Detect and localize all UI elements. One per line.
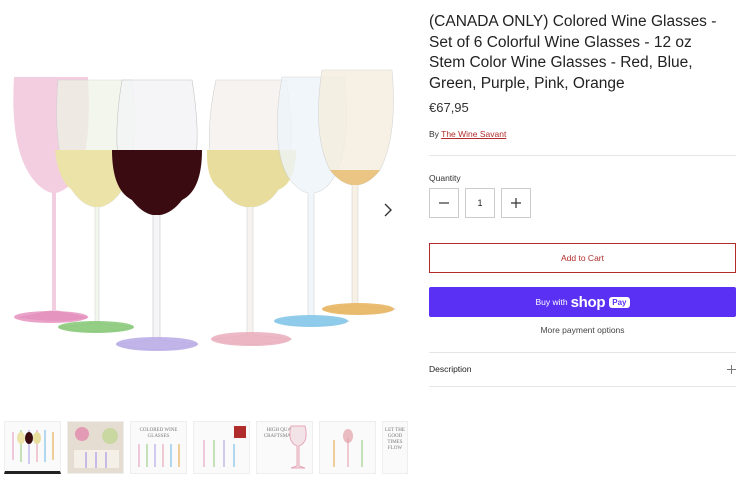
- shop-pay-button[interactable]: Buy with shop Pay: [429, 287, 736, 317]
- thumbnail-7[interactable]: LET THE GOOD TIMES FLOW: [382, 421, 408, 474]
- quantity-stepper: 1: [429, 188, 531, 218]
- vendor-prefix: By: [429, 129, 439, 139]
- vendor-link[interactable]: The Wine Savant: [441, 129, 506, 139]
- quantity-label: Quantity: [429, 173, 461, 183]
- purple-wine-glass: [112, 79, 202, 351]
- product-price: €67,95: [429, 100, 469, 115]
- orange-wine-glass: [318, 69, 397, 315]
- divider: [429, 386, 736, 387]
- thumbnail-2[interactable]: [67, 421, 124, 474]
- quantity-input[interactable]: 1: [465, 188, 495, 218]
- shop-pay-logo-pay: Pay: [609, 296, 630, 308]
- vendor-line: By The Wine Savant: [429, 129, 506, 139]
- chevron-right-icon: [384, 203, 392, 217]
- description-accordion[interactable]: Description: [429, 352, 736, 386]
- plus-icon: [727, 364, 736, 374]
- thumbnail-7-text: LET THE GOOD TIMES FLOW: [385, 428, 405, 451]
- thumbnail-strip: COLORED WINE GLASSES HIGH QUALITY CRAFTS…: [4, 421, 408, 477]
- thumbnail-6[interactable]: [319, 421, 376, 474]
- thumbnail-4[interactable]: [193, 421, 250, 474]
- next-image-arrow[interactable]: [378, 198, 398, 222]
- more-payment-options-link[interactable]: More payment options: [429, 325, 736, 335]
- shop-pay-logo-shop: shop: [570, 293, 606, 311]
- product-title: (CANADA ONLY) Colored Wine Glasses - Set…: [429, 13, 717, 92]
- thumbnail-1[interactable]: [4, 421, 61, 474]
- product-gallery: COLORED WINE GLASSES HIGH QUALITY CRAFTS…: [0, 0, 408, 483]
- increase-quantity-button[interactable]: [501, 188, 531, 218]
- plus-icon: [511, 198, 521, 208]
- add-to-cart-button[interactable]: Add to Cart: [429, 243, 736, 273]
- decrease-quantity-button[interactable]: [429, 188, 459, 218]
- shop-pay-buy-with-text: Buy with: [535, 297, 568, 307]
- main-product-image[interactable]: [0, 55, 408, 365]
- description-label: Description: [429, 364, 472, 374]
- thumbnail-3[interactable]: COLORED WINE GLASSES: [130, 421, 187, 474]
- divider: [429, 155, 736, 156]
- thumbnail-5[interactable]: HIGH QUALITY CRAFTSMANSHIP: [256, 421, 313, 474]
- minus-icon: [439, 202, 449, 204]
